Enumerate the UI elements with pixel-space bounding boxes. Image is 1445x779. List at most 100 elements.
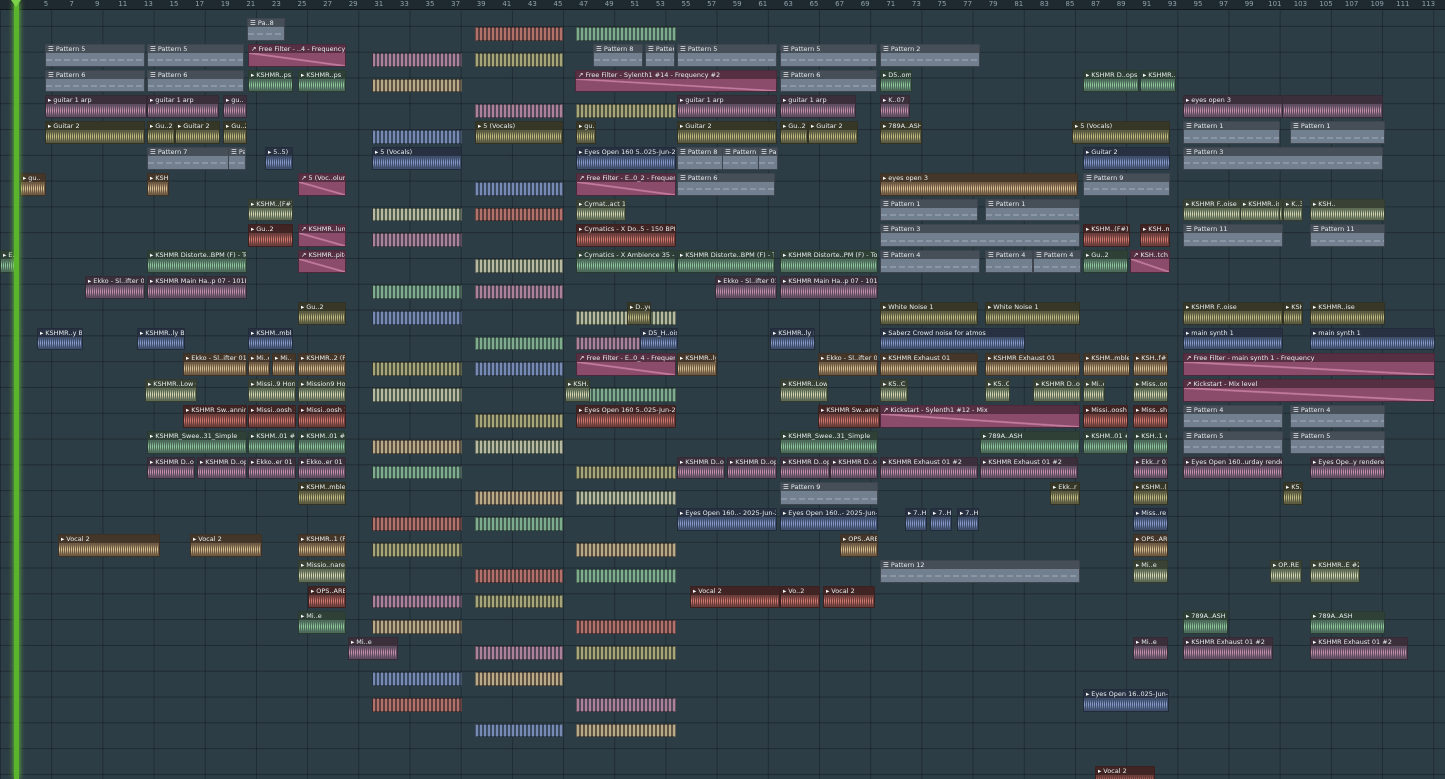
clip-pattern-4[interactable]: ☰ Pattern 4 [985, 250, 1033, 273]
clip-k5-y[interactable]: ▸K5..y [1283, 482, 1303, 506]
clip-gu[interactable]: ▸gu.. [223, 95, 247, 119]
audio-clip-block[interactable] [576, 310, 676, 325]
clip-kshmr-sw-anning[interactable]: ▸KSHMR Sw..anning [183, 405, 247, 428]
clip-kshmr-e-2[interactable]: ▸ KSHMR..E #2 [1310, 559, 1360, 583]
clip-mi-e[interactable]: ▸Mi..e [1133, 559, 1168, 583]
audio-clip-block[interactable] [475, 672, 563, 686]
clip-kshmr-exhaust-01-2[interactable]: ▸ KSHMR Exhaust 01 #2 [1310, 637, 1408, 660]
audio-clip-block[interactable] [372, 620, 462, 635]
clip-kshmr-exhaust-01-2[interactable]: ▸ KSHMR Exhaust 01 #2 [1183, 637, 1273, 660]
clip-kshm-01-2[interactable]: ▸KSHM..01 #2 [1083, 430, 1128, 454]
clip-eyes-open-16-025-jun-20[interactable]: ▸ Eyes Open 16..025-Jun-20 [1083, 688, 1169, 712]
clip-guitar-2[interactable]: ▸ Guitar 2 [808, 121, 858, 144]
audio-clip-block[interactable] [576, 697, 676, 712]
clip-pattern-5[interactable]: ☰ Pattern 5 [45, 43, 145, 67]
clip-mission9-horn[interactable]: ▸Mission9 Horn [298, 379, 346, 402]
clip-pattern-3[interactable]: ☰ Pattern 3 [1183, 147, 1383, 170]
clip-kshmr-d-ops[interactable]: ▸KSHMR D..ops [780, 456, 830, 480]
clip-kshmr-distorte-bpm-f-tops[interactable]: ▸KSHMR Distorte..BPM (F) - Tops [677, 250, 775, 273]
clip-vocal-2[interactable]: ▸ Vocal 2 [58, 534, 160, 557]
clip-7-h[interactable]: ▸ 7..H [930, 508, 952, 531]
clip-eyes-open-3[interactable]: ▸eyes open 3 [880, 172, 1078, 196]
clip-5-vocals[interactable]: ▸ 5 (Vocals) [475, 121, 563, 144]
clip-guitar-2[interactable]: ▸ Guitar 2 [45, 121, 145, 144]
audio-clip-block[interactable] [475, 181, 563, 196]
clip-kshmr-1-f[interactable]: ▸ KSHMR..1 (F) [298, 534, 346, 557]
audio-clip-block[interactable] [372, 285, 462, 299]
clip-main-synth-1[interactable]: ▸ main synth 1 [1310, 327, 1435, 351]
clip-ksh-f[interactable]: ▸ KSH..f#) [1133, 353, 1168, 377]
audio-clip-block[interactable] [475, 104, 563, 119]
clip-ksh-3[interactable]: ▸KSH..3 [565, 379, 590, 402]
clip-ekk-r-01[interactable]: ▸Ekk..r 01 [1133, 456, 1168, 480]
audio-clip-block[interactable] [576, 388, 676, 402]
clip-ops-are[interactable]: ▸OPS..ARE [1133, 534, 1168, 557]
clip-5-5[interactable]: ▸ 5..5) [265, 147, 293, 170]
clip-eyes-open-160-5-025-jun-20-2[interactable]: ▸Eyes Open 160 5..025-Jun-20_2 [576, 147, 676, 170]
clip-vo-2[interactable]: ▸ Vo..2 [780, 585, 820, 609]
clip-gu-2[interactable]: ▸Gu..2 [147, 121, 175, 144]
clip-miss-on[interactable]: ▸ Miss..on [1133, 379, 1168, 402]
clip-kshmr-ps[interactable]: ▸KSHMR..ps [1140, 69, 1176, 93]
playhead[interactable] [14, 0, 19, 779]
clip-kshmr-d-ops[interactable]: ▸KSHMR D..ops [1083, 69, 1139, 93]
clip-pattern-6[interactable]: ☰ Pattern 6 [780, 69, 877, 93]
clip-ekko-sl-ifter-01[interactable]: ▸ Ekko - Sl..ifter 01 [715, 276, 777, 299]
audio-clip-block[interactable] [475, 27, 563, 41]
clip-kshm-f[interactable]: ▸ KSHM..(F#) [1083, 224, 1130, 248]
clip-eyes-open-160-5-025-jun-20-4[interactable]: ▸Eyes Open 160 5..025-Jun-20_4 [576, 405, 676, 428]
clip-guitar-1-arp[interactable]: ▸ guitar 1 arp [147, 95, 219, 119]
audio-clip-block[interactable] [475, 362, 563, 377]
clip-d5-om[interactable]: ▸ D5..om [880, 69, 912, 93]
clip-pa-7[interactable]: ☰Pa..7 [228, 147, 246, 170]
clip-guitar-2[interactable]: ▸ Guitar 2 [1083, 147, 1170, 170]
clip-789a-ash[interactable]: ▸ 789A..ASH [880, 121, 922, 144]
clip-kshm-mble[interactable]: ▸ KSHM..mble [1083, 353, 1130, 377]
clip-pattern-5[interactable]: ☰ Pattern 5 [147, 43, 244, 67]
clip-miss-re-b[interactable]: ▸Miss..re B [1133, 508, 1168, 531]
clip-gu-2[interactable]: ▸Gu..2 [298, 301, 346, 325]
clip-7-h[interactable]: ▸ 7..H [905, 508, 927, 531]
audio-clip-block[interactable] [372, 543, 462, 557]
clip-kshmr-d-ops[interactable]: ▸KSHMR D..ops [677, 456, 725, 480]
clip-pattern-9[interactable]: ☰ Pattern 9 [1083, 172, 1170, 196]
clip-miss-sh-1[interactable]: ▸Miss..sh 1 [1133, 405, 1168, 428]
clip-789a-ash[interactable]: ▸ 789A..ASH [980, 430, 1080, 454]
clip-pa-8[interactable]: ☰Pa..8 [247, 18, 285, 41]
clip-kshmr-pitch[interactable]: ↗KSHMR..pitch [298, 250, 346, 273]
clip-kshmr-d-ops[interactable]: ▸KSHMR D..ops [830, 456, 878, 480]
audio-clip-block[interactable] [475, 285, 563, 299]
clip-kshmr-exhaust-01-2[interactable]: ▸ KSHMR Exhaust 01 #2 [980, 456, 1078, 480]
clip-ops-are[interactable]: ▸OPS..ARE [840, 534, 878, 557]
audio-clip-block[interactable] [372, 310, 462, 325]
clip-pattern-4[interactable]: ☰ Pattern 4 [1183, 405, 1283, 428]
clip-cymatics-x-do-5-150-bpm-g[interactable]: ▸Cymatics - X Do..5 - 150 BPM G [576, 224, 676, 248]
clip-kshmr-2-f[interactable]: ▸KSHMR..2 (F#) [298, 353, 346, 377]
audio-clip-block[interactable] [475, 517, 563, 531]
clip-ksh-1-2[interactable]: ▸KSH..1 #2 [1133, 430, 1168, 454]
clip-kshmr-exhaust-01[interactable]: ▸ KSHMR Exhaust 01 [985, 353, 1080, 377]
clip-missi-oosh-1[interactable]: ▸Missi..oosh 1 [248, 405, 296, 428]
clip-eyes-open-160-2025-jun-20[interactable]: ▸ Eyes Open 160..- 2025-Jun-20 [677, 508, 777, 531]
clip-kshmr-distorte-bpm-f-tops[interactable]: ▸KSHMR Distorte..BPM (F) - Tops [147, 250, 247, 273]
clip-ksh[interactable]: ▸KSH.. [147, 172, 169, 196]
clip-5-voc-olume[interactable]: ↗5 (Voc..olume [298, 172, 346, 196]
clip-pattern-12[interactable]: ☰ Pattern 12 [880, 559, 1080, 583]
clip-kshmr-swee-31-simple[interactable]: ▸ KSHMR_Swee..31_Simple [780, 430, 878, 454]
clip-vocal-2[interactable]: ▸ Vocal 2 [690, 585, 780, 609]
audio-clip-block[interactable] [372, 52, 462, 67]
clip-kshm-mble[interactable]: ▸ KSHM..mble [248, 327, 293, 351]
clip-pattern-1[interactable]: ☰ Pattern 1 [1290, 121, 1385, 144]
clip-kshmr-ps[interactable]: ▸KSHMR..ps [248, 69, 293, 93]
clip-789a-ash[interactable]: ▸ 789A..ASH [1310, 611, 1385, 635]
clip-kshm-mble[interactable]: ▸ KSHM..mble [298, 482, 346, 506]
clip-white-noise-1[interactable]: ▸ White Noise 1 [985, 301, 1080, 325]
clip-mi-e[interactable]: ▸Mi..e [1133, 637, 1168, 660]
audio-clip-block[interactable] [475, 594, 563, 609]
clip-mi-e[interactable]: ▸Mi..e [1083, 379, 1105, 402]
clip-k5-c[interactable]: ▸ K5..C [880, 379, 908, 402]
clip-pattern-6[interactable]: ☰ Pattern 6 [147, 69, 244, 93]
clip-kshmr-exhaust-01[interactable]: ▸ KSHMR Exhaust 01 [880, 353, 978, 377]
clip-gu[interactable]: ▸gu.. [576, 121, 596, 144]
clip-gu-2[interactable]: ▸Gu..2 [223, 121, 247, 144]
